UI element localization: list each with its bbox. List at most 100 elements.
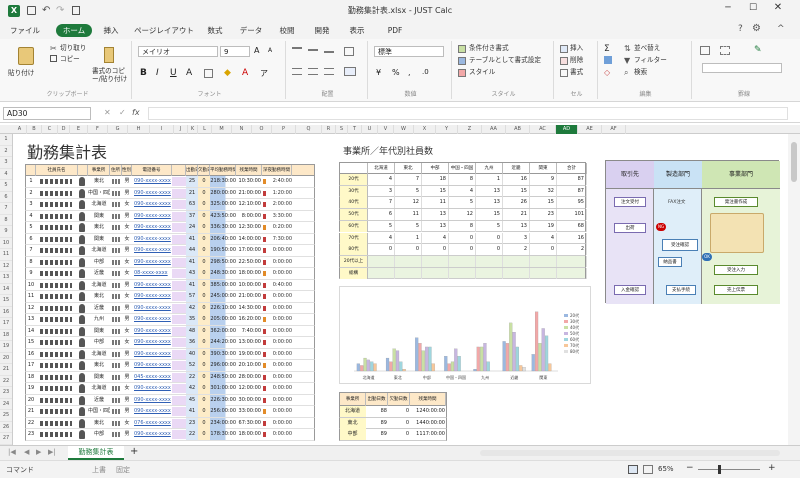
- conditional-format-icon[interactable]: [458, 45, 466, 53]
- row-header[interactable]: 10: [0, 238, 12, 249]
- conditional-format-button[interactable]: 条件付き書式: [469, 44, 509, 53]
- help-icon[interactable]: ?: [738, 24, 743, 34]
- row-header[interactable]: 21: [0, 364, 12, 376]
- tab-insert[interactable]: 挿入: [100, 24, 122, 37]
- sheet-grid[interactable]: 勤務集計表 事業所／年代別社員数 社員氏名事業所住所性別電話番号出勤日数欠勤日数…: [13, 134, 788, 445]
- percent-icon[interactable]: %: [392, 68, 400, 77]
- phone-cell[interactable]: 090-xxxx-xxxx: [134, 383, 172, 394]
- sort-button[interactable]: 並べ替え: [634, 44, 660, 53]
- underline-icon[interactable]: U: [170, 68, 177, 78]
- row-header[interactable]: 7: [0, 203, 12, 215]
- header-cell[interactable]: 残業時間: [236, 165, 262, 176]
- copy-icon[interactable]: [50, 55, 57, 62]
- cell-styles-button[interactable]: スタイル: [469, 68, 495, 77]
- tab-view[interactable]: 表示: [346, 24, 368, 37]
- table-row[interactable]: 20 近畿 男 090-xxxx-xxxx 45 0 226:30:00 30:00:00 0:…: [25, 394, 315, 406]
- paste-large-icon[interactable]: [18, 47, 34, 65]
- table-row[interactable]: 14 関東 女 090-xxxx-xxxx 48 0 362:00:00 7:40:00 0:0…: [25, 325, 315, 337]
- row-header[interactable]: 18: [0, 330, 12, 341]
- format-painter-icon[interactable]: [104, 47, 114, 63]
- close-button[interactable]: ✕: [768, 2, 788, 16]
- table-row[interactable]: 17 東北 男 090-xxxx-xxxx 52 0 296:00:00 20:10:00 0:…: [25, 360, 315, 372]
- align-right-icon[interactable]: [324, 68, 334, 75]
- tab-develop[interactable]: 開発: [311, 24, 333, 37]
- phone-cell[interactable]: 090-xxxx-xxxx: [134, 211, 172, 222]
- phone-cell[interactable]: 090-xxxx-xxxx: [134, 291, 172, 302]
- row-header[interactable]: 4: [0, 169, 12, 180]
- header-cell[interactable]: 事業所: [88, 165, 110, 176]
- settings-icon[interactable]: ⚙: [752, 23, 761, 34]
- column-header[interactable]: R: [322, 125, 336, 134]
- phone-cell[interactable]: 090-xxxx-xxxx: [134, 245, 172, 256]
- border-style-icon[interactable]: [720, 46, 730, 55]
- align-bottom-icon[interactable]: [324, 47, 334, 53]
- next-sheet-icon[interactable]: ▶: [36, 448, 41, 456]
- delete-cells-button[interactable]: 削除: [570, 56, 583, 65]
- row-header[interactable]: 14: [0, 284, 12, 295]
- wrap-text-icon[interactable]: [344, 47, 354, 56]
- row-header[interactable]: 2: [0, 146, 12, 157]
- column-header[interactable]: Q: [296, 125, 322, 134]
- column-header[interactable]: V: [378, 125, 394, 134]
- column-header[interactable]: D: [58, 125, 70, 134]
- header-cell[interactable]: 性別: [122, 165, 132, 176]
- zoom-slider[interactable]: [698, 465, 760, 474]
- row-header[interactable]: 13: [0, 272, 12, 284]
- row-header[interactable]: 23: [0, 387, 12, 399]
- font-style-icon[interactable]: A: [186, 68, 192, 78]
- header-cell[interactable]: 欠勤日数: [198, 165, 210, 176]
- header-cell[interactable]: 深夜勤務時間: [262, 165, 292, 176]
- scroll-thumb[interactable]: [791, 142, 797, 182]
- bold-icon[interactable]: B: [140, 68, 147, 78]
- phone-cell[interactable]: 090-xxxx-xxxx: [134, 199, 172, 210]
- filter-icon[interactable]: ▼: [624, 56, 630, 65]
- minimize-button[interactable]: ─: [718, 3, 738, 17]
- phone-cell[interactable]: 090-xxxx-xxxx: [134, 337, 172, 348]
- table-row[interactable]: 18 関東 男 045-xxxx-xxxx 22 0 248:50:00 28:00:00 0:…: [25, 371, 315, 383]
- phone-cell[interactable]: 090-xxxx-xxxx: [134, 360, 172, 371]
- tab-formulas[interactable]: 数式: [204, 24, 226, 37]
- align-middle-icon[interactable]: [308, 49, 318, 51]
- cut-icon[interactable]: ✂: [50, 44, 57, 53]
- confirm-edit-icon[interactable]: ✓: [119, 108, 126, 117]
- phonetic-icon[interactable]: ア: [260, 68, 268, 79]
- zoom-out-button[interactable]: −: [686, 463, 694, 473]
- row-header[interactable]: 26: [0, 422, 12, 433]
- delete-cells-icon[interactable]: [560, 57, 568, 65]
- column-header[interactable]: AB: [506, 125, 530, 134]
- column-header[interactable]: I: [150, 125, 174, 134]
- column-header[interactable]: C: [42, 125, 58, 134]
- column-header[interactable]: E: [70, 125, 88, 134]
- currency-icon[interactable]: ¥: [376, 68, 381, 77]
- header-cell[interactable]: [172, 165, 186, 176]
- format-cells-icon[interactable]: [560, 69, 568, 77]
- row-header[interactable]: 25: [0, 410, 12, 422]
- undo-icon[interactable]: ↶: [42, 5, 50, 16]
- row-header[interactable]: 12: [0, 261, 12, 272]
- table-row[interactable]: 10 北海道 男 090-xxxx-xxxx 41 0 385:00:00 10:00:00 0…: [25, 279, 315, 291]
- format-painter-button[interactable]: 書式のコピー/貼り付け: [92, 67, 128, 83]
- phone-cell[interactable]: 090-xxxx-xxxx: [134, 314, 172, 325]
- row-header[interactable]: 15: [0, 295, 12, 307]
- column-header[interactable]: AF: [602, 125, 626, 134]
- phone-cell[interactable]: 090-xxxx-xxxx: [134, 234, 172, 245]
- paste-icon[interactable]: [72, 6, 80, 15]
- number-format-select[interactable]: 標準: [374, 46, 444, 57]
- row-header[interactable]: 1: [0, 134, 12, 146]
- zoom-in-button[interactable]: +: [768, 463, 776, 473]
- phone-cell[interactable]: 076-xxxx-xxxx: [134, 418, 172, 429]
- add-sheet-button[interactable]: +: [130, 446, 138, 457]
- column-header[interactable]: U: [362, 125, 378, 134]
- table-row[interactable]: 3 北海道 女 090-xxxx-xxxx 63 0 325:00:00 12:10:00 2:…: [25, 199, 315, 211]
- tab-home[interactable]: ホーム: [56, 24, 92, 37]
- table-row[interactable]: 1 東北 男 090-xxxx-xxxx 25 0 218:30:00 10:30:00 2:4…: [25, 176, 315, 188]
- copy-button[interactable]: コピー: [60, 55, 80, 64]
- font-color-icon[interactable]: A: [242, 68, 248, 78]
- line-style-select[interactable]: [702, 63, 782, 73]
- row-header[interactable]: 9: [0, 226, 12, 238]
- insert-cells-icon[interactable]: [560, 45, 568, 53]
- table-row[interactable]: 23 中部 男 090-xxxx-xxxx 22 0 178:30:00 18:00:00 0:…: [25, 429, 315, 441]
- column-header[interactable]: K: [188, 125, 198, 134]
- table-row[interactable]: 13 九州 男 090-xxxx-xxxx 35 0 205:00:00 16:20:00 0:…: [25, 314, 315, 326]
- header-cell[interactable]: 住所: [110, 165, 122, 176]
